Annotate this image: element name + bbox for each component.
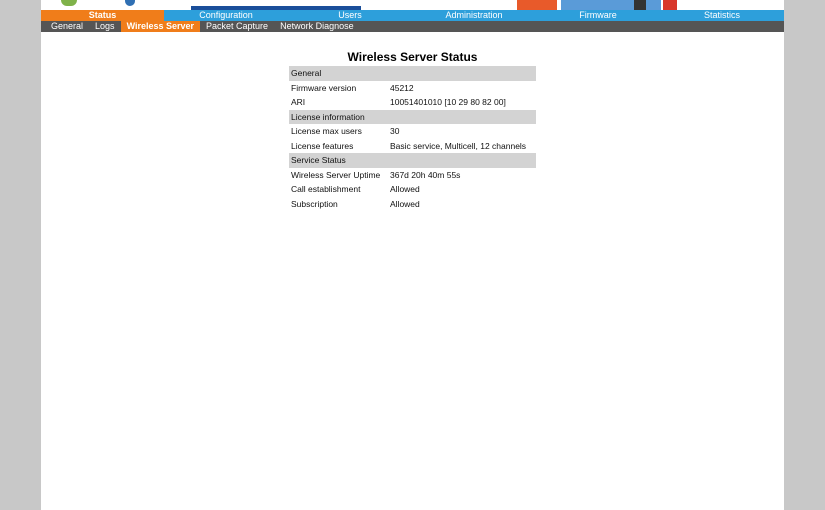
nav-tab-administration[interactable]: Administration xyxy=(412,10,536,21)
row-label: Firmware version xyxy=(291,82,357,93)
main-nav: Status Configuration Users Administratio… xyxy=(41,10,784,21)
row-label: Call establishment xyxy=(291,184,361,195)
subnav-tab-logs[interactable]: Logs xyxy=(89,21,121,32)
handset-image xyxy=(517,0,557,10)
nav-tab-users[interactable]: Users xyxy=(288,10,412,21)
header-banner xyxy=(41,0,784,10)
sub-nav: General Logs Wireless Server Packet Capt… xyxy=(41,21,784,32)
table-row: ARI 10051401010 [10 29 80 82 00] xyxy=(289,95,536,110)
product-logo xyxy=(191,0,361,10)
row-value: Allowed xyxy=(390,184,420,195)
handset-image-dark xyxy=(634,0,646,10)
row-label: Wireless Server Uptime xyxy=(291,169,381,180)
section-heading: General xyxy=(289,66,536,81)
table-row: Firmware version 45212 xyxy=(289,81,536,96)
status-table: General Firmware version 45212 ARI 10051… xyxy=(289,66,536,211)
row-value: 30 xyxy=(390,126,400,137)
table-row: License max users 30 xyxy=(289,124,536,139)
nav-tab-configuration[interactable]: Configuration xyxy=(164,10,288,21)
row-label: License features xyxy=(291,140,354,151)
row-value: Basic service, Multicell, 12 channels xyxy=(390,140,527,151)
nav-tab-statistics[interactable]: Statistics xyxy=(660,10,784,21)
table-row: License features Basic service, Multicel… xyxy=(289,139,536,154)
table-row: Wireless Server Uptime 367d 20h 40m 55s xyxy=(289,168,536,183)
basestation-image xyxy=(561,0,661,10)
subnav-tab-network-diagnose[interactable]: Network Diagnose xyxy=(274,21,360,32)
row-label: License max users xyxy=(291,126,362,137)
section-header-general: General xyxy=(289,66,536,81)
logo-graphic-accent xyxy=(125,0,135,6)
nav-tab-status[interactable]: Status xyxy=(41,10,164,21)
table-row: Subscription Allowed xyxy=(289,197,536,212)
nav-tab-firmware[interactable]: Firmware xyxy=(536,10,660,21)
table-row: Call establishment Allowed xyxy=(289,182,536,197)
subnav-tab-packet-capture[interactable]: Packet Capture xyxy=(200,21,274,32)
section-heading: Service Status xyxy=(289,153,536,168)
section-header-license: License information xyxy=(289,109,536,124)
row-value: 367d 20h 40m 55s xyxy=(390,169,461,180)
handset-image-red xyxy=(663,0,677,10)
row-value: 10051401010 [10 29 80 82 00] xyxy=(390,97,506,108)
subnav-tab-wireless-server[interactable]: Wireless Server xyxy=(120,21,201,32)
logo-graphic xyxy=(61,0,77,6)
row-label: ARI xyxy=(291,97,306,108)
subnav-tab-general[interactable]: General xyxy=(41,21,89,32)
page-title: Wireless Server Status xyxy=(347,50,478,64)
row-value: 45212 xyxy=(390,82,414,93)
page-container: Status Configuration Users Administratio… xyxy=(41,0,784,510)
section-heading: License information xyxy=(289,109,536,124)
row-value: Allowed xyxy=(390,198,420,209)
row-label: Subscription xyxy=(291,198,338,209)
section-header-service: Service Status xyxy=(289,153,536,168)
